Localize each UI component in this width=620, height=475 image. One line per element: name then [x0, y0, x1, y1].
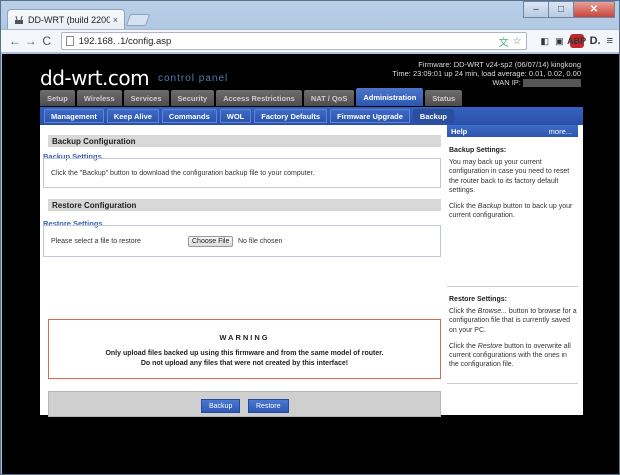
- main-pane: Backup Configuration Backup Settings Cli…: [40, 125, 445, 417]
- tab-security[interactable]: Security: [170, 90, 215, 106]
- help-browse-keyword: Browse...: [477, 308, 507, 316]
- menu-icon[interactable]: ≡: [607, 35, 613, 47]
- close-window-button[interactable]: ✕: [573, 1, 615, 18]
- backup-section-heading: Backup Configuration: [48, 135, 441, 147]
- tab-nat-qos[interactable]: NAT / QoS: [303, 90, 355, 106]
- choose-file-button[interactable]: Choose File: [188, 236, 234, 247]
- page-viewport: dd-wrt.com control panel Firmware: DD-WR…: [2, 54, 619, 474]
- help-header: Help more...: [447, 125, 578, 137]
- backup-instructions: Click the "Backup" button to download th…: [51, 170, 315, 177]
- firmware-line: Firmware: DD-WRT v24-sp2 (06/07/14) king…: [418, 60, 581, 69]
- tab-services[interactable]: Services: [123, 90, 169, 106]
- help-restore-paragraph-2: Click the Restore button to overwrite al…: [449, 342, 577, 370]
- warning-box: WARNING Only upload files backed up usin…: [48, 319, 441, 379]
- help-backup-keyword: Backup: [477, 203, 502, 211]
- tab-access-restrictions[interactable]: Access Restrictions: [216, 90, 302, 106]
- help-pane: Help more... Backup Settings: You may ba…: [447, 125, 579, 415]
- button-bar: Backup Restore: [48, 391, 441, 417]
- restore-section-heading: Restore Configuration: [48, 199, 441, 211]
- warning-line-1: Only upload files backed up using this f…: [105, 350, 384, 357]
- reload-button[interactable]: C: [39, 34, 55, 48]
- extension-icon[interactable]: ◧: [541, 36, 550, 47]
- help-more-link[interactable]: more...: [549, 127, 572, 136]
- wan-ip-label: WAN IP:: [492, 78, 521, 87]
- help-restore-title: Restore Settings:: [449, 296, 507, 303]
- tab-strip: DD-WRT (build 2200 × – □ ✕: [1, 1, 619, 29]
- help-restore-section: Restore Settings: Click the Browse... bu…: [449, 295, 577, 369]
- help-backup-title: Backup Settings:: [449, 147, 507, 154]
- wan-ip-redacted: [523, 79, 581, 88]
- browser-window: DD-WRT (build 2200 × – □ ✕ ← → C 192.168…: [0, 0, 620, 475]
- help-backup-paragraph-2: Click the Backup button to back up your …: [449, 202, 577, 220]
- new-tab-button[interactable]: [125, 14, 151, 26]
- subtab-management[interactable]: Management: [44, 109, 104, 123]
- help-text-fragment: Click the: [449, 203, 478, 211]
- adblock-icon[interactable]: ABP: [567, 34, 586, 48]
- extension-d-icon[interactable]: D.: [590, 35, 601, 47]
- backup-button[interactable]: Backup: [201, 399, 241, 413]
- sub-tabs: Management Keep Alive Commands WOL Facto…: [40, 107, 583, 125]
- restore-file-label: Please select a file to restore: [51, 238, 141, 245]
- router-favicon-icon: [15, 15, 23, 24]
- subtab-keep-alive[interactable]: Keep Alive: [106, 109, 159, 123]
- subtab-wol[interactable]: WOL: [219, 109, 252, 123]
- restore-fieldset: Please select a file to restore Choose F…: [43, 225, 441, 257]
- subtab-backup[interactable]: Backup: [412, 109, 454, 123]
- router-status: Firmware: DD-WRT v24-sp2 (06/07/14) king…: [392, 60, 581, 88]
- subtab-firmware-upgrade[interactable]: Firmware Upgrade: [330, 109, 410, 123]
- help-divider: [447, 286, 578, 287]
- window-controls: – □ ✕: [523, 1, 615, 18]
- forward-button[interactable]: →: [23, 34, 39, 48]
- help-restore-keyword: Restore: [477, 342, 503, 350]
- help-text-fragment: Click the: [449, 342, 478, 350]
- control-panel-label: control panel: [158, 73, 229, 84]
- tab-status[interactable]: Status: [425, 90, 463, 106]
- extensions: ◧ ▣ ABP D. ≡: [535, 34, 613, 48]
- extension-icon-2[interactable]: ▣: [555, 36, 564, 47]
- subtab-commands[interactable]: Commands: [161, 109, 217, 123]
- tab-wireless[interactable]: Wireless: [76, 90, 122, 106]
- backup-fieldset: Click the "Backup" button to download th…: [43, 158, 441, 188]
- warning-line-2: Do not upload any files that were not cr…: [140, 360, 349, 367]
- help-backup-paragraph-1: You may back up your current configurati…: [449, 159, 570, 194]
- address-bar[interactable]: 192.168. .1/config.asp 文 ☆: [60, 32, 527, 50]
- page-icon: [65, 36, 74, 46]
- bookmark-star-icon[interactable]: ☆: [513, 36, 522, 47]
- wan-ip-line: WAN IP:: [392, 78, 581, 88]
- help-restore-paragraph-1: Click the Browse... button to browse for…: [449, 307, 577, 335]
- ddwrt-logo: dd-wrt.com: [40, 66, 150, 90]
- restore-button[interactable]: Restore: [248, 399, 289, 413]
- tab-close-icon[interactable]: ×: [113, 15, 118, 25]
- translate-icon[interactable]: 文: [499, 34, 509, 49]
- browser-tab[interactable]: DD-WRT (build 2200 ×: [7, 9, 125, 29]
- help-title: Help: [451, 126, 468, 136]
- subtab-factory-defaults[interactable]: Factory Defaults: [254, 109, 328, 123]
- browser-toolbar: ← → C 192.168. .1/config.asp 文 ☆ ◧ ▣ ABP…: [1, 29, 619, 53]
- minimize-button[interactable]: –: [523, 1, 549, 18]
- main-tabs: Setup Wireless Services Security Access …: [40, 88, 464, 106]
- url-text: 192.168. .1/config.asp: [78, 35, 172, 47]
- help-text-fragment: Click the: [449, 308, 478, 316]
- tab-title: DD-WRT (build 2200: [28, 14, 110, 25]
- no-file-chosen-text: No file chosen: [238, 238, 283, 245]
- uptime-line: Time: 23:09:01 up 24 min, load average: …: [392, 69, 581, 78]
- tab-setup[interactable]: Setup: [40, 90, 75, 106]
- help-backup-section: Backup Settings: You may back up your cu…: [449, 146, 577, 220]
- warning-title: WARNING: [219, 333, 270, 342]
- help-divider-bottom: [447, 383, 578, 384]
- maximize-button[interactable]: □: [548, 1, 574, 18]
- back-button[interactable]: ←: [7, 34, 23, 48]
- tab-administration[interactable]: Administration: [356, 88, 424, 106]
- content-area: Backup Configuration Backup Settings Cli…: [40, 125, 583, 417]
